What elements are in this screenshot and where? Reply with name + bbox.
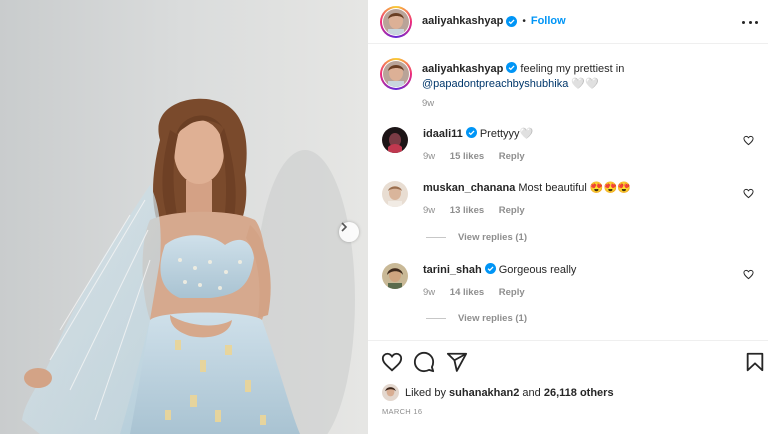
- caption-username[interactable]: aaliyahkashyap: [422, 63, 503, 75]
- post-photo[interactable]: [0, 0, 368, 434]
- liked-by-count[interactable]: 26,118 others: [544, 387, 614, 399]
- liked-by-user[interactable]: suhanakhan2: [449, 387, 519, 399]
- liked-by-and: and: [522, 386, 541, 399]
- verified-badge-icon: [506, 15, 518, 27]
- verified-badge-icon: [465, 127, 477, 138]
- like-comment-heart-icon[interactable]: [743, 269, 754, 280]
- commenter-avatar[interactable]: [382, 127, 408, 153]
- header-user-row: aaliyahkashyap • Follow: [422, 15, 566, 27]
- caption-mention-link[interactable]: @papadontpreachbyshubhika: [422, 78, 568, 90]
- like-comment-heart-icon[interactable]: [743, 188, 754, 199]
- heart-icon[interactable]: [381, 351, 403, 373]
- post-actions-section: Liked by suhanakhan2 and 26,118 others M…: [368, 340, 768, 434]
- view-replies-label: View replies (1): [458, 313, 527, 324]
- comment-text: Most beautiful 😍😍😍: [518, 182, 632, 194]
- verified-badge-icon: [506, 62, 518, 73]
- commenter-username[interactable]: tarini_shah: [423, 264, 482, 276]
- separator-dot: •: [522, 15, 526, 27]
- liked-by-prefix: Liked by: [405, 386, 446, 399]
- reply-button[interactable]: Reply: [499, 205, 525, 216]
- author-username[interactable]: aaliyahkashyap: [422, 15, 503, 27]
- caption-author-avatar[interactable]: [380, 58, 412, 90]
- more-options-icon[interactable]: [742, 14, 758, 30]
- likes-summary: Liked by suhanakhan2 and 26,118 others: [382, 384, 614, 401]
- share-icon[interactable]: [446, 351, 468, 373]
- chevron-right-icon: [341, 222, 348, 232]
- post-header: aaliyahkashyap • Follow: [368, 0, 768, 44]
- post-date: MARCH 16: [382, 407, 423, 416]
- next-photo-button[interactable]: [339, 222, 359, 242]
- post-caption: aaliyahkashyap feeling my prettiest in @…: [422, 62, 742, 111]
- like-comment-heart-icon[interactable]: [743, 135, 754, 146]
- replies-divider-line: [426, 318, 446, 319]
- view-replies-button[interactable]: View replies (1): [426, 232, 527, 243]
- comment-likes[interactable]: 14 likes: [450, 287, 484, 298]
- caption-avatar-image: [383, 61, 409, 87]
- comment-likes[interactable]: 15 likes: [450, 151, 484, 162]
- view-replies-button[interactable]: View replies (1): [426, 313, 527, 324]
- comment-age: 9w: [423, 287, 436, 298]
- post-side-panel: aaliyahkashyap • Follow aaliyahkashyap f…: [368, 0, 768, 434]
- bookmark-icon[interactable]: [744, 351, 766, 373]
- comment-text: Gorgeous really: [498, 264, 577, 276]
- post-photo-art: [0, 0, 368, 434]
- commenter-username[interactable]: idaali11: [423, 128, 463, 140]
- view-replies-label: View replies (1): [458, 232, 527, 243]
- comment-likes[interactable]: 13 likes: [450, 205, 484, 216]
- author-avatar-image: [383, 9, 409, 35]
- liker-avatar[interactable]: [382, 384, 399, 401]
- comment-age: 9w: [423, 205, 436, 216]
- commenter-username[interactable]: muskan_chanana: [423, 182, 515, 194]
- comment-icon[interactable]: [413, 351, 435, 373]
- comment-text: Prettyyy🤍: [479, 128, 534, 140]
- verified-badge-icon: [484, 263, 496, 274]
- reply-button[interactable]: Reply: [499, 151, 525, 162]
- comment-age: 9w: [423, 151, 436, 162]
- commenter-avatar[interactable]: [382, 263, 408, 289]
- follow-button[interactable]: Follow: [531, 15, 566, 27]
- reply-button[interactable]: Reply: [499, 287, 525, 298]
- caption-text: feeling my prettiest in: [520, 63, 625, 75]
- commenter-avatar[interactable]: [382, 181, 408, 207]
- author-avatar[interactable]: [380, 6, 412, 38]
- caption-emoji: 🤍🤍: [571, 78, 599, 90]
- caption-age: 9w: [422, 98, 435, 109]
- replies-divider-line: [426, 237, 446, 238]
